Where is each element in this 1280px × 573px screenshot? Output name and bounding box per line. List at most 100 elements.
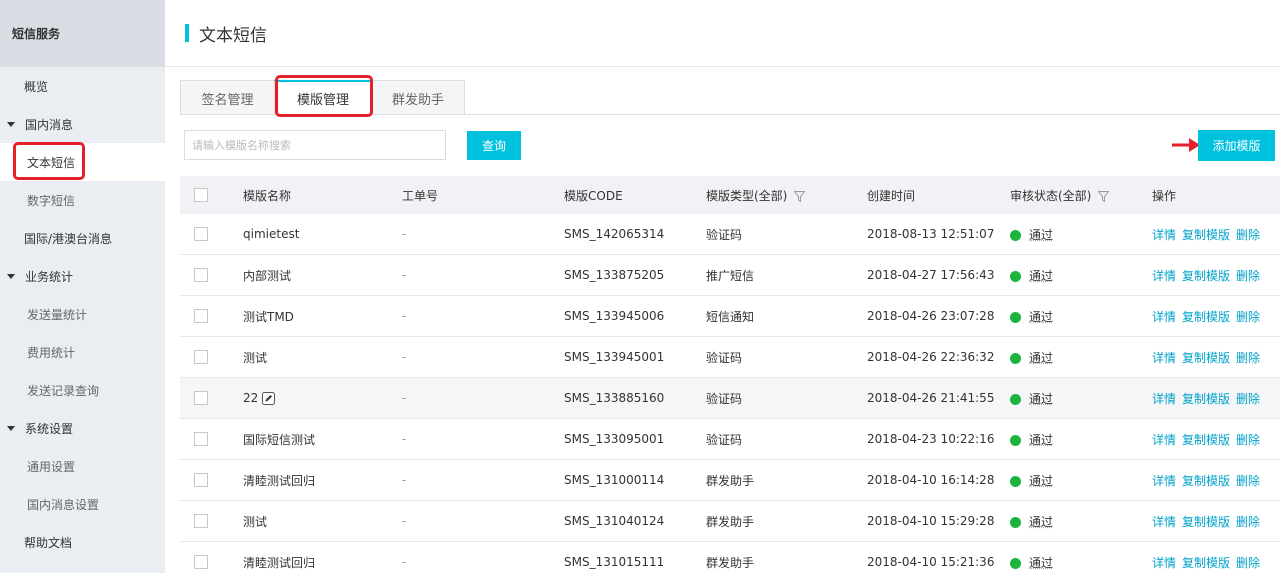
cell-status: 通过 — [1010, 308, 1053, 325]
copy-template-link[interactable]: 复制模版 — [1182, 515, 1230, 529]
delete-link[interactable]: 删除 — [1236, 515, 1260, 529]
caret-down-icon — [7, 121, 15, 127]
cell-created: 2018-04-10 15:21:36 — [867, 555, 995, 569]
table-row: 测试 - SMS_133945001 验证码 2018-04-26 22:36:32 通过… — [180, 337, 1280, 378]
copy-template-link[interactable]: 复制模版 — [1182, 392, 1230, 406]
details-link[interactable]: 详情 — [1152, 310, 1176, 324]
row-checkbox[interactable] — [194, 391, 208, 405]
copy-template-link[interactable]: 复制模版 — [1182, 351, 1230, 365]
cell-created: 2018-04-27 17:56:43 — [867, 268, 995, 282]
delete-link[interactable]: 删除 — [1236, 433, 1260, 447]
row-checkbox[interactable] — [194, 555, 208, 569]
delete-link[interactable]: 删除 — [1236, 269, 1260, 283]
col-code-header: 模版CODE — [564, 188, 623, 203]
details-link[interactable]: 详情 — [1152, 269, 1176, 283]
status-text[interactable]: 通过 — [1029, 351, 1053, 365]
details-link[interactable]: 详情 — [1152, 556, 1176, 570]
template-name: 22 — [243, 391, 259, 405]
filter-icon[interactable] — [1098, 190, 1110, 202]
status-text[interactable]: 通过 — [1029, 433, 1053, 447]
sidebar-item-domestic-settings[interactable]: 国内消息设置 — [0, 485, 165, 523]
details-link[interactable]: 详情 — [1152, 433, 1176, 447]
copy-template-link[interactable]: 复制模版 — [1182, 556, 1230, 570]
delete-link[interactable]: 删除 — [1236, 228, 1260, 242]
sidebar-item-overview[interactable]: 概览 — [0, 67, 165, 105]
sidebar-group-stats[interactable]: 业务统计 — [0, 257, 165, 295]
col-type-header[interactable]: 模版类型(全部) — [706, 187, 806, 204]
status-text[interactable]: 通过 — [1029, 228, 1053, 242]
edit-icon[interactable] — [262, 392, 276, 405]
cell-actions: 详情 复制模版 删除 — [1152, 554, 1266, 571]
details-link[interactable]: 详情 — [1152, 351, 1176, 365]
copy-template-link[interactable]: 复制模版 — [1182, 228, 1230, 242]
cell-type: 推广短信 — [706, 268, 755, 283]
sidebar-item-general-settings[interactable]: 通用设置 — [0, 447, 165, 485]
cell-ticket: - — [402, 555, 407, 569]
search-input[interactable] — [184, 130, 446, 160]
row-checkbox[interactable] — [194, 473, 208, 487]
row-checkbox[interactable] — [194, 309, 208, 323]
filter-icon[interactable] — [794, 190, 806, 202]
delete-link[interactable]: 删除 — [1236, 392, 1260, 406]
row-checkbox[interactable] — [194, 514, 208, 528]
sidebar-item-send-records[interactable]: 发送记录查询 — [0, 371, 165, 409]
query-button[interactable]: 查询 — [467, 131, 521, 160]
sidebar-title: 短信服务 — [0, 0, 165, 67]
template-name: 测试TMD — [243, 309, 294, 324]
table-header-row: 模版名称 工单号 模版CODE 模版类型(全部) 创建时间 审核状态(全部) 操… — [180, 176, 1280, 214]
delete-link[interactable]: 删除 — [1236, 556, 1260, 570]
copy-template-link[interactable]: 复制模版 — [1182, 433, 1230, 447]
delete-link[interactable]: 删除 — [1236, 474, 1260, 488]
tab-signature[interactable]: 签名管理 — [180, 80, 275, 115]
row-checkbox[interactable] — [194, 432, 208, 446]
sidebar-item-cost-stats[interactable]: 费用统计 — [0, 333, 165, 371]
details-link[interactable]: 详情 — [1152, 228, 1176, 242]
caret-down-icon — [7, 425, 15, 431]
status-text[interactable]: 通过 — [1029, 474, 1053, 488]
template-name: 清睦测试回归 — [243, 555, 316, 570]
highlight-box — [13, 142, 85, 180]
row-checkbox[interactable] — [194, 227, 208, 241]
table-row: 国际短信测试 - SMS_133095001 验证码 2018-04-23 10:22:… — [180, 419, 1280, 460]
copy-template-link[interactable]: 复制模版 — [1182, 269, 1230, 283]
cell-ticket: - — [402, 514, 407, 528]
row-checkbox[interactable] — [194, 268, 208, 282]
cell-actions: 详情 复制模版 删除 — [1152, 308, 1266, 325]
details-link[interactable]: 详情 — [1152, 392, 1176, 406]
cell-type: 验证码 — [706, 227, 743, 242]
col-ticket-header: 工单号 — [402, 188, 439, 203]
table-row: 测试TMD - SMS_133945006 短信通知 2018-04-26 23:07:… — [180, 296, 1280, 337]
status-text[interactable]: 通过 — [1029, 392, 1053, 406]
col-name-header: 模版名称 — [243, 188, 292, 203]
copy-template-link[interactable]: 复制模版 — [1182, 474, 1230, 488]
status-text[interactable]: 通过 — [1029, 556, 1053, 570]
cell-status: 通过 — [1010, 267, 1053, 284]
delete-link[interactable]: 删除 — [1236, 351, 1260, 365]
select-all-checkbox[interactable] — [194, 188, 208, 202]
sidebar-group-domestic[interactable]: 国内消息 — [0, 105, 165, 143]
cell-actions: 详情 复制模版 删除 — [1152, 390, 1266, 407]
cell-code: SMS_133885160 — [564, 391, 665, 405]
details-link[interactable]: 详情 — [1152, 515, 1176, 529]
sidebar-item-help[interactable]: 帮助文档 — [0, 523, 165, 561]
row-checkbox[interactable] — [194, 350, 208, 364]
status-dot-icon — [1010, 434, 1021, 446]
template-table: 模版名称 工单号 模版CODE 模版类型(全部) 创建时间 审核状态(全部) 操… — [180, 176, 1280, 573]
col-status-header[interactable]: 审核状态(全部) — [1010, 187, 1110, 204]
sidebar-item-international[interactable]: 国际/港澳台消息 — [0, 219, 165, 257]
status-text[interactable]: 通过 — [1029, 269, 1053, 283]
tab-bulk[interactable]: 群发助手 — [371, 80, 465, 115]
status-text[interactable]: 通过 — [1029, 310, 1053, 324]
add-template-button[interactable]: 添加模版 — [1198, 130, 1275, 161]
cell-code: SMS_133945006 — [564, 309, 665, 323]
sidebar-group-settings[interactable]: 系统设置 — [0, 409, 165, 447]
delete-link[interactable]: 删除 — [1236, 310, 1260, 324]
sidebar-item-digital-sms[interactable]: 数字短信 — [0, 181, 165, 219]
page-header: 文本短信 — [165, 0, 1280, 67]
status-text[interactable]: 通过 — [1029, 515, 1053, 529]
details-link[interactable]: 详情 — [1152, 474, 1176, 488]
cell-code: SMS_133875205 — [564, 268, 665, 282]
copy-template-link[interactable]: 复制模版 — [1182, 310, 1230, 324]
sidebar-item-send-stats[interactable]: 发送量统计 — [0, 295, 165, 333]
template-name: 清睦测试回归 — [243, 473, 316, 488]
